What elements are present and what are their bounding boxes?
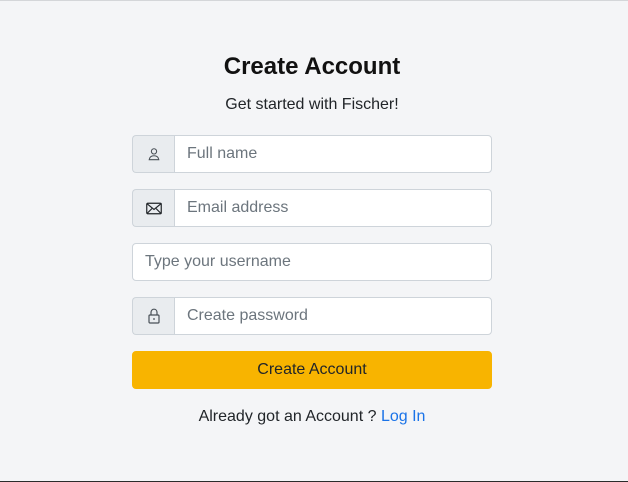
create-account-button[interactable]: Create Account xyxy=(132,351,492,389)
full-name-group xyxy=(132,135,492,173)
envelope-icon xyxy=(132,189,174,227)
page-title: Create Account xyxy=(223,53,401,80)
username-input[interactable] xyxy=(132,243,492,281)
email-group xyxy=(132,189,492,227)
login-prompt-text: Already got an Account ? xyxy=(198,408,377,425)
username-group xyxy=(132,243,492,281)
user-icon xyxy=(132,135,174,173)
full-name-input[interactable] xyxy=(174,135,492,173)
signup-card: Create Account Get started with Fischer! xyxy=(132,51,492,425)
page-subtitle: Get started with Fischer! xyxy=(225,96,399,113)
lock-icon xyxy=(132,297,174,335)
password-group xyxy=(132,297,492,335)
email-input[interactable] xyxy=(174,189,492,227)
password-input[interactable] xyxy=(174,297,492,335)
login-link[interactable]: Log In xyxy=(381,408,425,425)
login-prompt: Already got an Account ? Log In xyxy=(132,407,492,427)
